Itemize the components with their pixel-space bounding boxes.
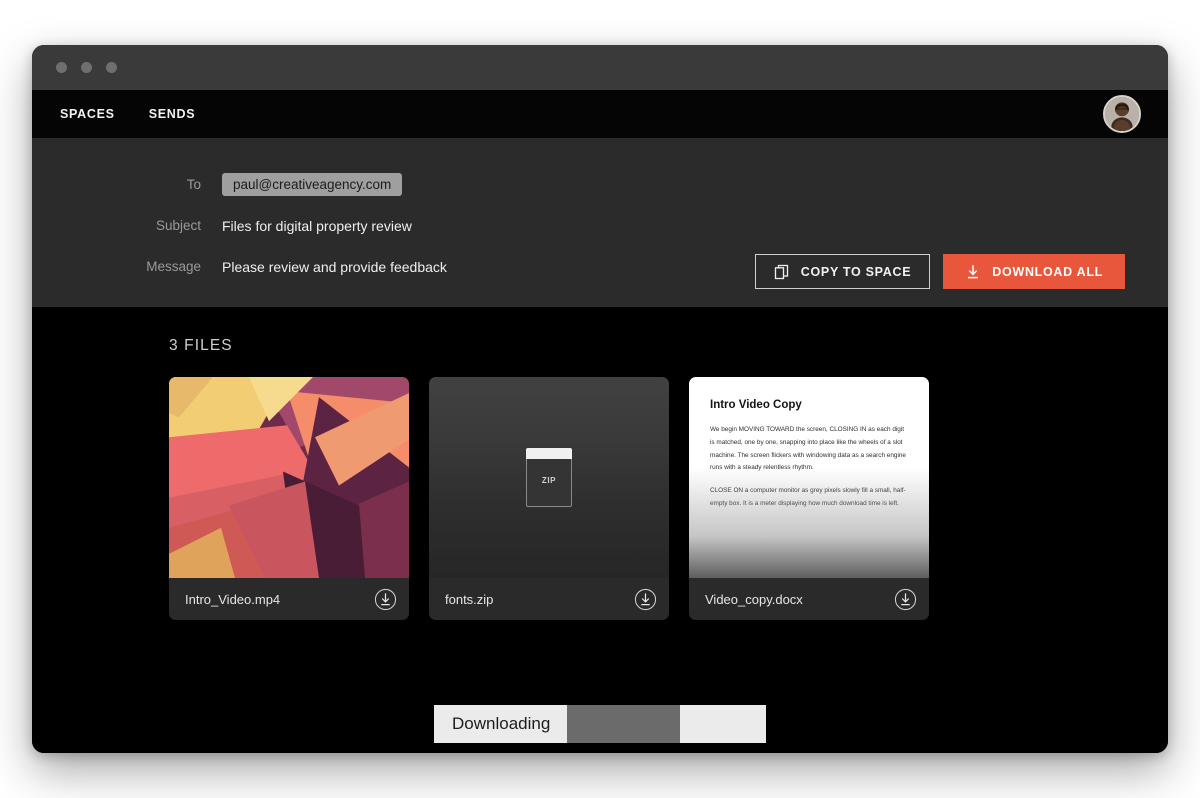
app-window: SPACES SENDS To paul@creativeagency.com …: [32, 45, 1168, 753]
meta-row-subject: Subject Files for digital property revie…: [32, 205, 1168, 246]
download-status-label: Downloading: [452, 714, 551, 733]
files-count-label: 3 FILES: [169, 337, 233, 354]
file-card-list: Intro_Video.mp4 ZIP fonts.zip Intro Vide…: [32, 355, 1168, 620]
file-name: fonts.zip: [445, 591, 494, 607]
copy-to-space-label: COPY TO SPACE: [800, 264, 912, 279]
zip-preview-backdrop: ZIP: [429, 377, 669, 578]
subject-value: Files for digital property review: [222, 217, 412, 234]
nav-links: SPACES SENDS: [60, 107, 195, 121]
file-card-zip[interactable]: ZIP fonts.zip: [429, 377, 669, 620]
file-download-icon[interactable]: [894, 588, 917, 611]
avatar-photo: [1105, 97, 1139, 131]
zip-badge-label: ZIP: [541, 476, 557, 485]
files-section: 3 FILES Intro_Video.mp4 ZIP fonts.zip In…: [32, 307, 1168, 753]
top-navbar: SPACES SENDS: [32, 90, 1168, 138]
file-card-footer: Intro_Video.mp4: [169, 578, 409, 620]
file-name: Video_copy.docx: [705, 591, 803, 607]
send-meta-header: To paul@creativeagency.com Subject Files…: [32, 138, 1168, 307]
copy-icon: [774, 264, 790, 280]
document-paragraph: CLOSE ON a computer monitor as grey pixe…: [710, 487, 906, 508]
download-icon: [965, 264, 981, 280]
download-all-label: DOWNLOAD ALL: [992, 264, 1103, 279]
window-titlebar: [32, 45, 1168, 90]
file-preview-zip: ZIP: [429, 377, 669, 578]
file-card-video[interactable]: Intro_Video.mp4: [169, 377, 409, 620]
nav-item-spaces[interactable]: SPACES: [60, 107, 115, 121]
zip-file-icon: ZIP: [525, 448, 573, 507]
document-page: Intro Video Copy We begin MOVING TOWARD …: [689, 377, 929, 578]
meta-label-to: To: [186, 177, 201, 192]
recipient-chip[interactable]: paul@creativeagency.com: [222, 172, 403, 197]
document-title: Intro Video Copy: [710, 399, 802, 411]
file-card-document[interactable]: Intro Video Copy We begin MOVING TOWARD …: [689, 377, 929, 620]
meta-row-to: To paul@creativeagency.com: [32, 164, 1168, 205]
meta-label-message: Message: [146, 259, 201, 274]
progress-fill: [567, 705, 681, 743]
copy-to-space-button[interactable]: COPY TO SPACE: [754, 254, 931, 289]
file-name: Intro_Video.mp4: [185, 591, 281, 607]
window-minimize-button[interactable]: [81, 62, 92, 73]
window-close-button[interactable]: [56, 62, 67, 73]
file-download-icon[interactable]: [634, 588, 657, 611]
header-actions: COPY TO SPACE DOWNLOAD ALL: [754, 254, 1125, 289]
document-paragraph: We begin MOVING TOWARD the screen, CLOSI…: [710, 426, 906, 472]
window-maximize-button[interactable]: [106, 62, 117, 73]
nav-item-sends[interactable]: SENDS: [149, 107, 196, 121]
file-card-footer: Video_copy.docx: [689, 578, 929, 620]
file-card-footer: fonts.zip: [429, 578, 669, 620]
meta-label-subject: Subject: [155, 218, 201, 233]
file-preview-image: [169, 377, 409, 578]
message-value: Please review and provide feedback: [222, 258, 447, 275]
user-avatar[interactable]: [1103, 95, 1141, 133]
progress-track: [567, 705, 766, 743]
abstract-artwork: [169, 377, 409, 578]
file-download-icon[interactable]: [374, 588, 397, 611]
file-preview-document: Intro Video Copy We begin MOVING TOWARD …: [689, 377, 929, 578]
download-all-button[interactable]: DOWNLOAD ALL: [943, 254, 1125, 289]
download-progress-bar: Downloading: [434, 705, 766, 743]
